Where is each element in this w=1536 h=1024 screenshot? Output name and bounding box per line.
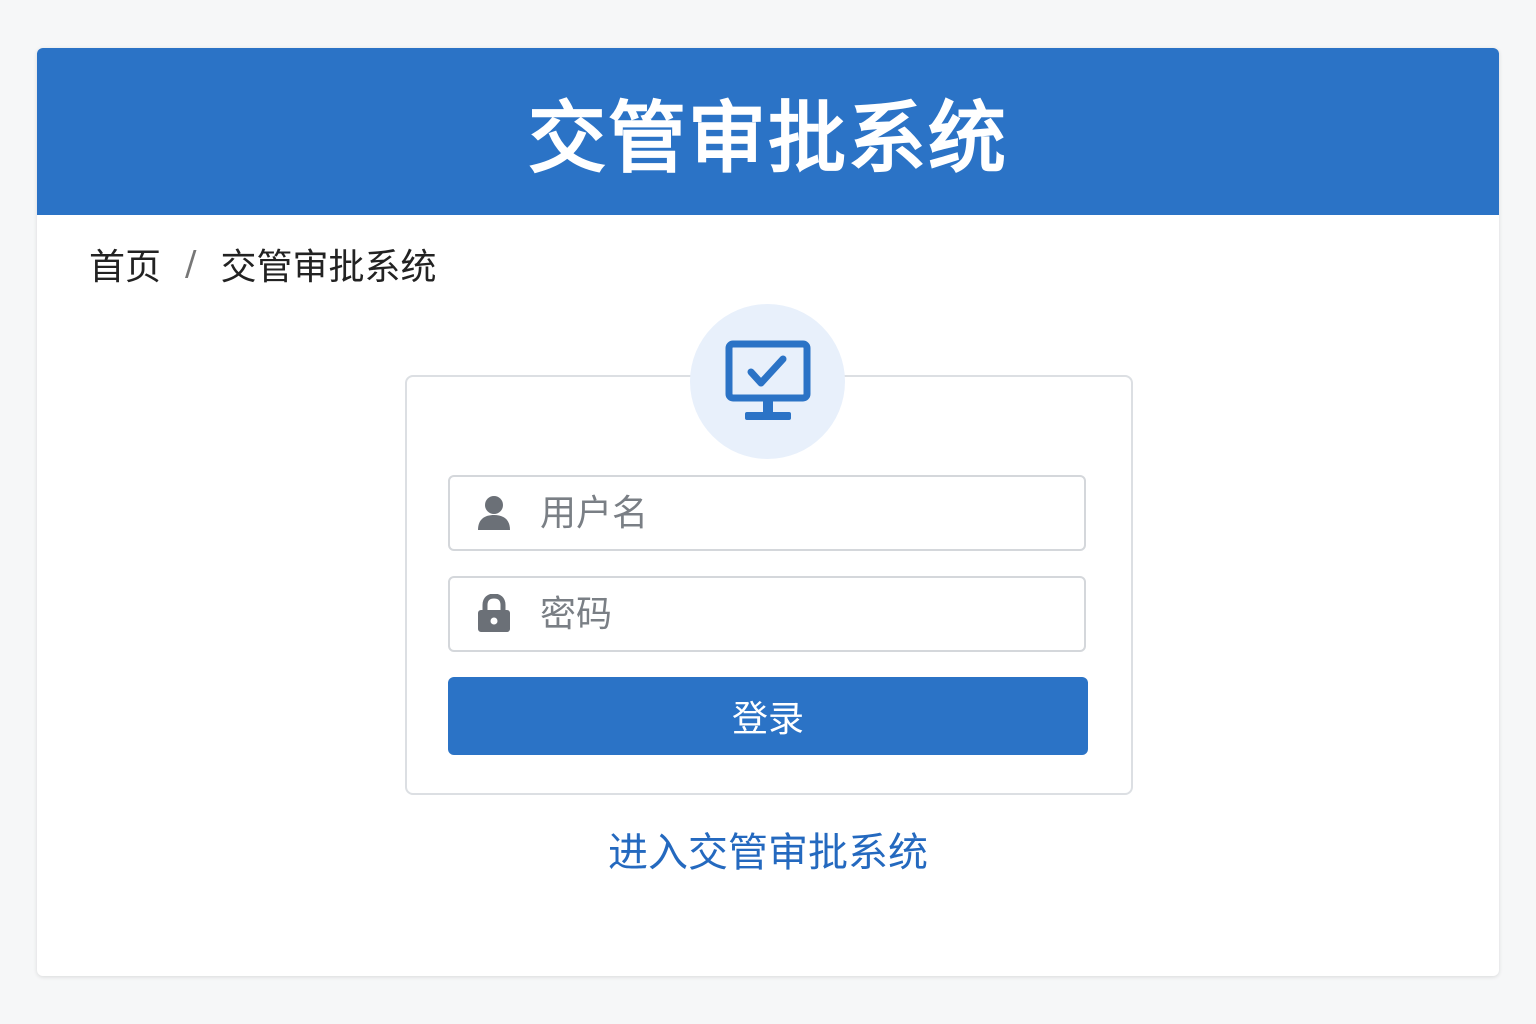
monitor-check-icon xyxy=(725,340,810,420)
password-input[interactable] xyxy=(538,592,1062,636)
username-field[interactable] xyxy=(448,475,1086,551)
app-title: 交管审批系统 xyxy=(527,93,1008,184)
enter-system-link[interactable]: 进入交管审批系统 xyxy=(37,820,1499,878)
username-input[interactable] xyxy=(538,491,1062,535)
password-field[interactable] xyxy=(448,576,1086,652)
page-container: 交管审批系统 首页 / 交管审批系统 用户名 登录 进入交管审批系统 xyxy=(37,48,1499,976)
monitor-check-icon-badge xyxy=(690,304,845,459)
user-icon xyxy=(476,493,512,533)
lock-icon xyxy=(476,594,512,634)
login-button[interactable]: 登录 xyxy=(448,677,1088,755)
breadcrumb-home[interactable]: 首页 xyxy=(89,238,161,290)
breadcrumb: 首页 / 交管审批系统 xyxy=(89,238,437,290)
breadcrumb-current: 交管审批系统 xyxy=(220,247,437,288)
app-header: 交管审批系统 xyxy=(37,48,1499,215)
breadcrumb-separator: / xyxy=(185,244,197,284)
